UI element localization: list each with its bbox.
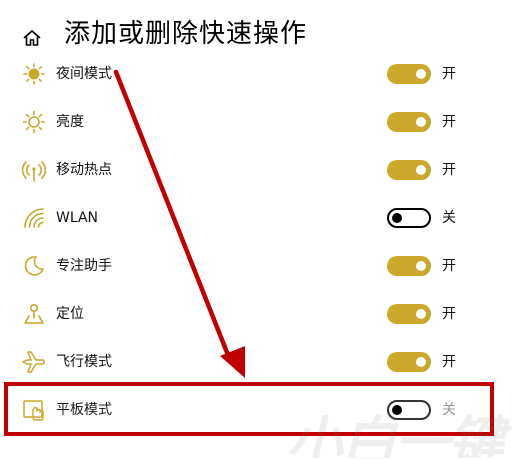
toggle-state-text: 关 — [442, 210, 456, 226]
home-icon — [23, 29, 41, 46]
row-location: 定位 开 — [0, 296, 520, 332]
wlan-toggle[interactable] — [387, 208, 431, 228]
row-mobile-hotspot: 移动热点 开 — [0, 152, 520, 188]
focus-assist-moon-icon — [20, 252, 48, 280]
row-tablet-mode: 平板模式 关 — [0, 392, 520, 428]
tablet-mode-toggle[interactable] — [387, 400, 431, 420]
location-icon — [20, 300, 48, 328]
row-label: 专注助手 — [56, 258, 112, 274]
toggle-knob — [416, 357, 426, 367]
toggle-knob — [416, 117, 426, 127]
toggle-state-text: 开 — [442, 162, 456, 178]
page-title: 添加或删除快速操作 — [64, 19, 308, 49]
row-brightness: 亮度 开 — [0, 104, 520, 140]
mobile-hotspot-icon — [20, 156, 48, 184]
brightness-icon — [20, 108, 48, 136]
row-label: 飞行模式 — [56, 354, 112, 370]
mobile-hotspot-toggle[interactable] — [387, 160, 431, 180]
toggle-knob — [392, 405, 402, 415]
brightness-toggle[interactable] — [387, 112, 431, 132]
row-label: 平板模式 — [56, 402, 112, 418]
toggle-knob — [392, 213, 402, 223]
airplane-icon — [20, 348, 48, 376]
focus-assist-toggle[interactable] — [387, 256, 431, 276]
row-label: 移动热点 — [56, 162, 112, 178]
tablet-mode-icon — [20, 396, 48, 424]
row-label: 亮度 — [56, 114, 84, 130]
row-label: 夜间模式 — [56, 66, 112, 82]
toggle-state-text: 开 — [442, 354, 456, 370]
settings-window: 添加或删除快速操作 夜间模式 开 亮度 开 移动热点 开 WLAN 关 专注助手… — [0, 0, 520, 460]
location-toggle[interactable] — [387, 304, 431, 324]
row-night-light: 夜间模式 开 — [0, 56, 520, 92]
toggle-state-text: 开 — [442, 66, 456, 82]
row-label: 定位 — [56, 306, 84, 322]
toggle-state-text: 开 — [442, 258, 456, 274]
toggle-knob — [416, 309, 426, 319]
toggle-knob — [416, 261, 426, 271]
row-airplane-mode: 飞行模式 开 — [0, 344, 520, 380]
airplane-mode-toggle[interactable] — [387, 352, 431, 372]
toggle-knob — [416, 69, 426, 79]
quick-actions-list: 夜间模式 开 亮度 开 移动热点 开 WLAN 关 专注助手 开 定位 开 飞行… — [0, 50, 520, 460]
row-label: WLAN — [56, 210, 99, 226]
night-light-toggle[interactable] — [387, 64, 431, 84]
row-focus-assist: 专注助手 开 — [0, 248, 520, 284]
toggle-state-text: 开 — [442, 306, 456, 322]
toggle-state-text: 关 — [442, 402, 456, 418]
toggle-state-text: 开 — [442, 114, 456, 130]
wifi-icon — [20, 204, 48, 232]
night-light-icon — [20, 60, 48, 88]
home-button[interactable] — [20, 26, 44, 50]
row-wlan: WLAN 关 — [0, 200, 520, 236]
toggle-knob — [416, 165, 426, 175]
